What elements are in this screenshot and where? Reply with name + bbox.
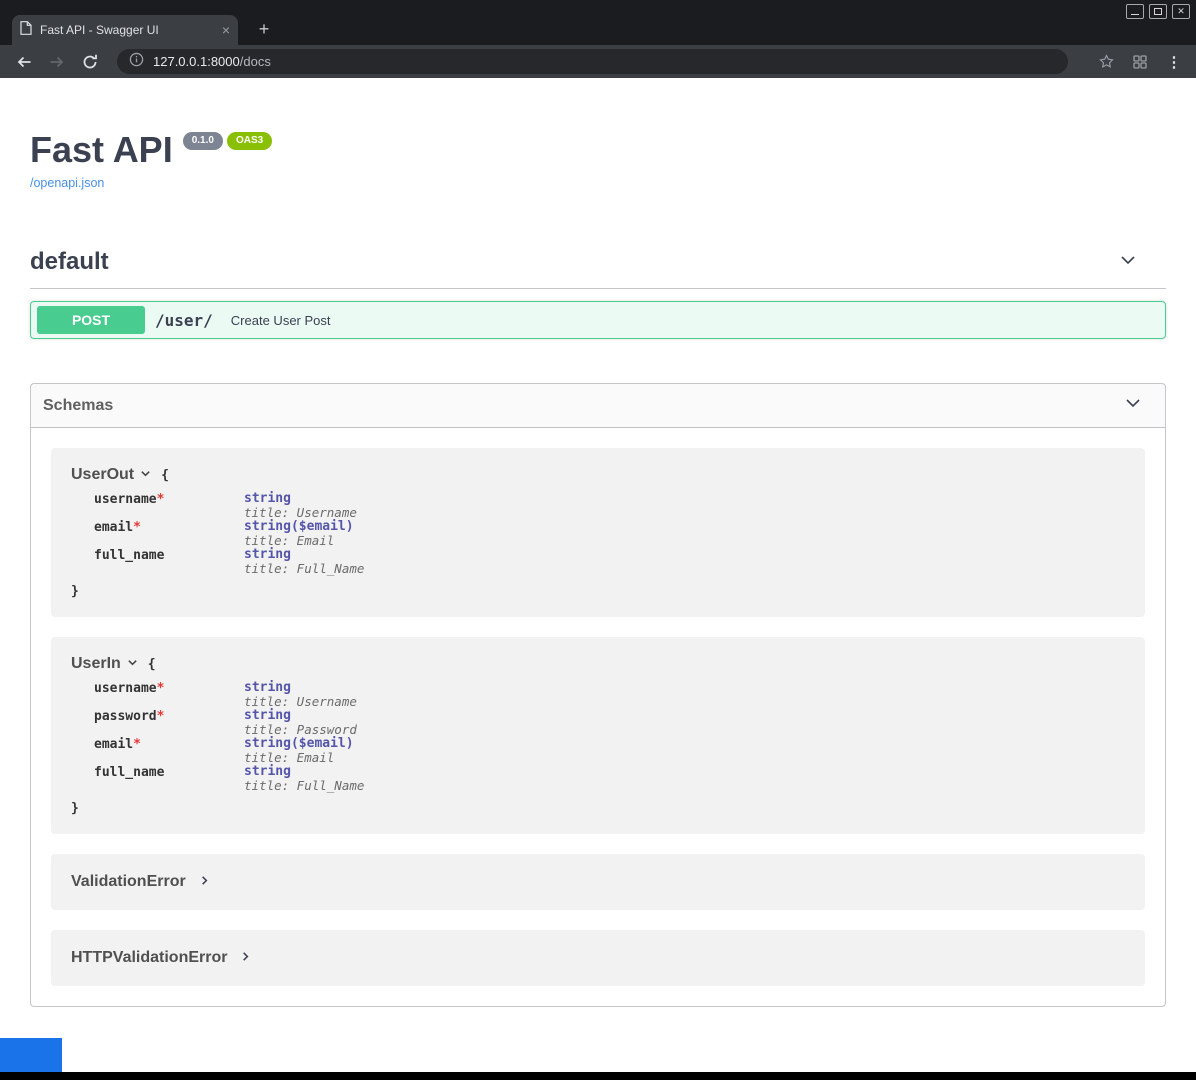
brace-open: { bbox=[161, 468, 169, 483]
required-star: * bbox=[133, 520, 141, 535]
model-title: ValidationError bbox=[71, 873, 186, 891]
bookmark-star-icon[interactable] bbox=[1096, 52, 1116, 72]
property-name: email bbox=[94, 520, 133, 535]
minimize-button[interactable] bbox=[1126, 4, 1144, 19]
post-user-endpoint[interactable]: POST /user/ Create User Post bbox=[30, 301, 1166, 339]
oas3-badge: OAS3 bbox=[227, 132, 272, 150]
property-format: ($email) bbox=[291, 736, 354, 751]
endpoint-path: /user/ bbox=[155, 311, 213, 330]
address-bar[interactable]: 127.0.0.1:8000/docs bbox=[117, 49, 1068, 74]
model-title[interactable]: UserIn bbox=[71, 655, 121, 673]
model-title[interactable]: UserOut bbox=[71, 466, 134, 484]
property-row: email* string($email) title: Email bbox=[94, 737, 1125, 765]
property-title: title: Full_Name bbox=[244, 562, 364, 576]
forward-icon[interactable] bbox=[47, 52, 67, 72]
close-button[interactable]: ✕ bbox=[1172, 4, 1190, 19]
page-title: Fast API 0.1.0OAS3 bbox=[30, 128, 1166, 171]
brace-open: { bbox=[148, 657, 156, 672]
property-row: full_name string title: Full_Name bbox=[94, 548, 1125, 576]
schemas-section: Schemas UserOut { bbox=[30, 383, 1166, 1007]
required-star: * bbox=[157, 492, 165, 507]
bottom-black-bar bbox=[0, 1072, 1196, 1080]
api-title-text: Fast API bbox=[30, 129, 173, 170]
schemas-body: UserOut { username* string title: Userna… bbox=[31, 428, 1165, 1006]
browser-toolbar: 127.0.0.1:8000/docs ⋮ bbox=[0, 45, 1196, 78]
required-star: * bbox=[133, 737, 141, 752]
schemas-header[interactable]: Schemas bbox=[31, 384, 1165, 428]
chevron-down-icon[interactable] bbox=[1118, 250, 1138, 275]
schema-model-userin: UserIn { username* string title: Usernam… bbox=[51, 637, 1145, 834]
property-type: string bbox=[244, 708, 291, 723]
window-titlebar: ✕ Fast API - Swagger UI × + bbox=[0, 0, 1196, 45]
site-info-icon[interactable] bbox=[129, 52, 144, 72]
property-type: string bbox=[244, 519, 291, 534]
url-text: 127.0.0.1:8000/docs bbox=[153, 55, 271, 68]
schema-model-httpvalidationerror[interactable]: HTTPValidationError bbox=[51, 930, 1145, 986]
property-type: string bbox=[244, 680, 291, 695]
maximize-icon bbox=[1154, 8, 1162, 15]
property-row: password* string title: Password bbox=[94, 709, 1125, 737]
browser-tab[interactable]: Fast API - Swagger UI × bbox=[12, 15, 238, 45]
property-name: full_name bbox=[94, 765, 164, 780]
tag-section-default: default POST /user/ Create User Post bbox=[30, 248, 1166, 339]
schemas-title: Schemas bbox=[43, 397, 113, 415]
schema-model-validationerror[interactable]: ValidationError bbox=[51, 854, 1145, 910]
tab-close-icon[interactable]: × bbox=[222, 23, 230, 37]
property-name: full_name bbox=[94, 548, 164, 563]
api-info: Fast API 0.1.0OAS3 /openapi.json bbox=[30, 78, 1166, 192]
property-name: password bbox=[94, 709, 157, 724]
property-title: title: Full_Name bbox=[244, 779, 364, 793]
chevron-right-icon bbox=[240, 949, 251, 967]
extensions-icon[interactable] bbox=[1130, 52, 1150, 72]
property-title: title: Password bbox=[244, 723, 357, 737]
endpoint-summary: Create User Post bbox=[231, 313, 331, 328]
version-badge: 0.1.0 bbox=[183, 132, 223, 150]
schema-model-userout: UserOut { username* string title: Userna… bbox=[51, 448, 1145, 617]
reload-icon[interactable] bbox=[80, 52, 100, 72]
maximize-button[interactable] bbox=[1149, 4, 1167, 19]
property-type: string bbox=[244, 491, 291, 506]
url-path: /docs bbox=[240, 54, 271, 69]
menu-icon[interactable]: ⋮ bbox=[1164, 52, 1184, 72]
property-format: ($email) bbox=[291, 519, 354, 534]
bottom-strip bbox=[0, 1038, 1196, 1072]
property-name: username bbox=[94, 492, 157, 507]
property-type: string bbox=[244, 764, 291, 779]
property-name: email bbox=[94, 737, 133, 752]
openapi-json-link[interactable]: /openapi.json bbox=[30, 176, 104, 190]
minimize-icon bbox=[1131, 14, 1139, 15]
model-title: HTTPValidationError bbox=[71, 949, 227, 967]
property-row: email* string($email) title: Email bbox=[94, 520, 1125, 548]
chevron-down-icon[interactable] bbox=[140, 466, 151, 484]
tag-default-header[interactable]: default bbox=[30, 248, 1166, 289]
property-title: title: Username bbox=[244, 506, 357, 520]
window-controls: ✕ bbox=[1126, 4, 1190, 19]
brace-close: } bbox=[71, 801, 1125, 816]
url-host: 127.0.0.1:8000 bbox=[153, 54, 240, 69]
back-icon[interactable] bbox=[14, 52, 34, 72]
document-icon bbox=[20, 21, 32, 40]
property-row: username* string title: Username bbox=[94, 681, 1125, 709]
chevron-down-icon[interactable] bbox=[1123, 393, 1143, 418]
new-tab-button[interactable]: + bbox=[252, 17, 276, 41]
property-name: username bbox=[94, 681, 157, 696]
blue-highlight-box bbox=[0, 1038, 62, 1072]
brace-close: } bbox=[71, 584, 1125, 599]
property-title: title: Username bbox=[244, 695, 357, 709]
required-star: * bbox=[157, 709, 165, 724]
chevron-right-icon bbox=[199, 873, 210, 891]
property-title: title: Email bbox=[244, 534, 354, 548]
swagger-page: Fast API 0.1.0OAS3 /openapi.json default … bbox=[0, 78, 1196, 1038]
method-badge: POST bbox=[37, 306, 145, 334]
required-star: * bbox=[157, 681, 165, 696]
property-row: username* string title: Username bbox=[94, 492, 1125, 520]
property-title: title: Email bbox=[244, 751, 354, 765]
tab-title: Fast API - Swagger UI bbox=[40, 23, 214, 37]
property-row: full_name string title: Full_Name bbox=[94, 765, 1125, 793]
property-type: string bbox=[244, 547, 291, 562]
tag-label: default bbox=[30, 248, 109, 276]
property-type: string bbox=[244, 736, 291, 751]
chevron-down-icon[interactable] bbox=[127, 655, 138, 673]
